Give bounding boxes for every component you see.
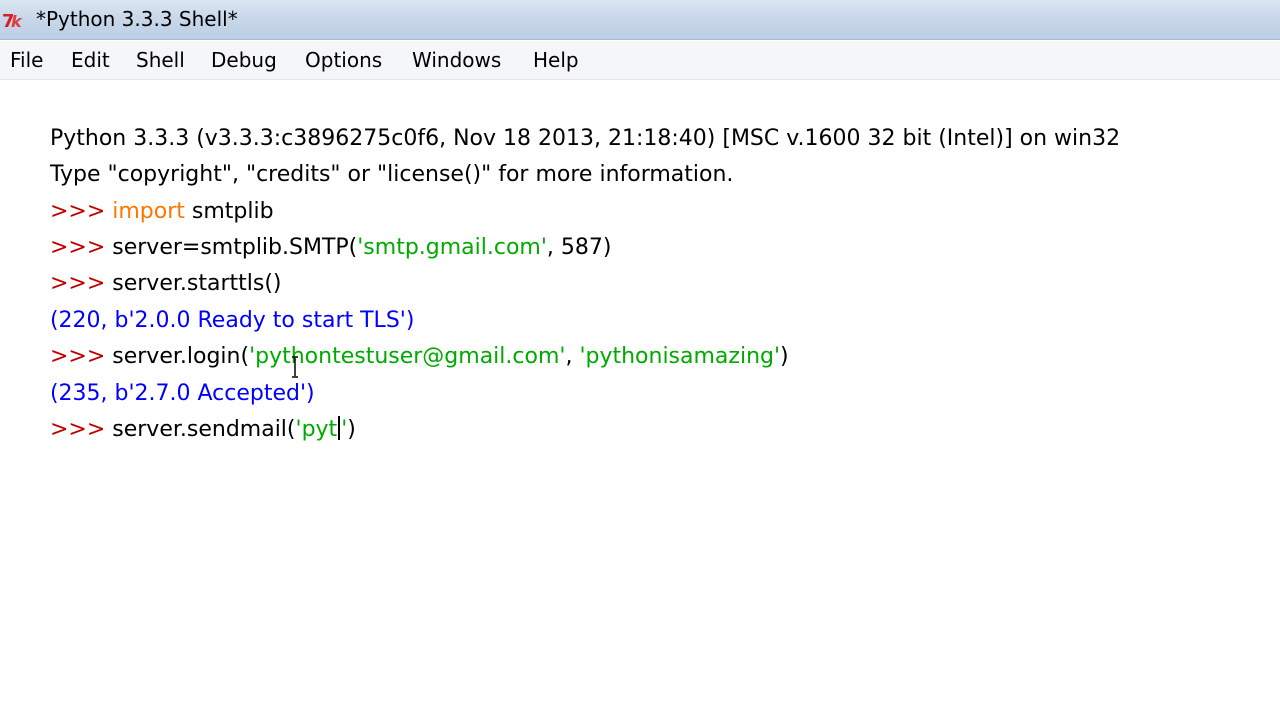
ibeam-cursor-icon: [292, 356, 298, 378]
banner-line-version: Python 3.3.3 (v3.3.3:c3896275c0f6, Nov 1…: [8, 85, 1120, 151]
string-literal: 'smtp.gmail.com': [357, 235, 547, 260]
menu-shell[interactable]: Shell: [136, 48, 185, 72]
menu-bar: File Edit Shell Debug Options Windows He…: [0, 41, 1280, 80]
code-text: server.sendmail(: [112, 417, 296, 442]
shell-text-area[interactable]: Python 3.3.3 (v3.3.3:c3896275c0f6, Nov 1…: [0, 81, 1280, 720]
shell-line-login: >>> server.login('pythontestuser@gmail.c…: [8, 303, 789, 369]
idle-shell-window: 7 k *Python 3.3.3 Shell* File Edit Shell…: [0, 0, 1280, 720]
menu-windows[interactable]: Windows: [412, 48, 501, 72]
python-idle-icon: 7 k: [2, 11, 23, 31]
code-text: , 587): [546, 235, 612, 260]
menu-help[interactable]: Help: [533, 48, 579, 72]
window-title: *Python 3.3.3 Shell*: [36, 7, 238, 31]
shell-line-sendmail[interactable]: >>> server.sendmail('pyt '): [8, 376, 356, 442]
banner-line-info: Type "copyright", "credits" or "license(…: [8, 121, 733, 187]
shell-output-accepted: (235, b'2.7.0 Accepted'): [8, 340, 315, 406]
menu-options[interactable]: Options: [305, 48, 382, 72]
code-text: ,: [565, 344, 580, 369]
shell-line-smtp: >>> server=smtplib.SMTP('smtp.gmail.com'…: [8, 194, 612, 260]
menu-edit[interactable]: Edit: [71, 48, 110, 72]
shell-line-import: >>> import smtplib: [8, 158, 274, 224]
text-caret: [338, 416, 341, 440]
shell-prompt: >>>: [49, 417, 113, 442]
svg-text:k: k: [11, 12, 23, 31]
title-bar[interactable]: 7 k *Python 3.3.3 Shell*: [0, 0, 1280, 40]
menu-debug[interactable]: Debug: [211, 48, 277, 72]
shell-line-starttls: >>> server.starttls(): [8, 230, 282, 296]
code-text: ): [780, 344, 789, 369]
shell-output-tls: (220, b'2.0.0 Ready to start TLS'): [8, 267, 414, 333]
string-literal: 'pyt: [295, 417, 338, 442]
string-literal: 'pythonisamazing': [579, 344, 781, 369]
menu-file[interactable]: File: [10, 48, 43, 72]
code-text: ): [347, 417, 356, 442]
